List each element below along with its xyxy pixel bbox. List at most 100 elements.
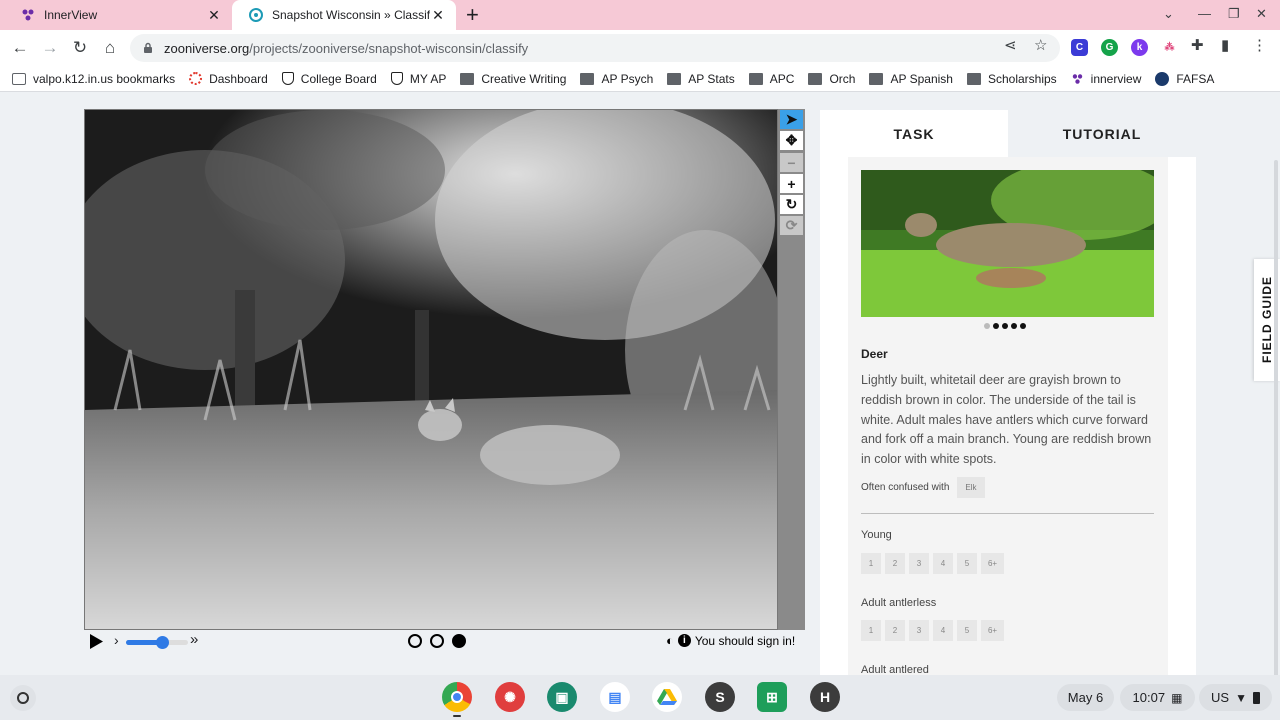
extension-color-icon[interactable]: ⁂	[1161, 39, 1178, 56]
slow-icon[interactable]: ›	[114, 632, 119, 648]
fast-icon[interactable]: »	[190, 631, 198, 648]
count-button[interactable]: 1	[861, 620, 881, 641]
confused-chip-elk[interactable]: Elk	[957, 477, 985, 498]
frame-3-button[interactable]	[452, 634, 466, 648]
sign-in-text[interactable]: You should sign in!	[695, 634, 795, 648]
pan-tool-icon[interactable]: ✥	[780, 131, 803, 150]
menu-icon[interactable]: ⋮	[1252, 36, 1267, 54]
classroom-app-icon[interactable]: ▣	[547, 682, 577, 712]
folder-icon	[808, 72, 823, 85]
clock-pill[interactable]: 10:07 ▦	[1120, 684, 1195, 711]
reload-icon[interactable]: ↻	[70, 38, 90, 58]
count-button[interactable]: 2	[885, 553, 905, 574]
divider	[861, 513, 1154, 514]
extension-c-icon[interactable]: C	[1071, 39, 1088, 56]
page-scrollbar[interactable]	[1274, 160, 1278, 680]
bookmark-college-board[interactable]: College Board	[281, 72, 377, 86]
side-panel-icon[interactable]: ▮	[1221, 36, 1229, 54]
folder-icon	[667, 72, 682, 85]
bookmark-valpo[interactable]: valpo.k12.in.us bookmarks	[12, 72, 175, 86]
address-bar[interactable]: zooniverse.org/projects/zooniverse/snaps…	[130, 34, 1060, 62]
count-button[interactable]: 5	[957, 553, 977, 574]
count-button[interactable]: 1	[861, 553, 881, 574]
canvas-app-icon[interactable]: ✺	[495, 682, 525, 712]
docs-app-icon[interactable]: ▤	[600, 682, 630, 712]
minimize-icon[interactable]: —	[1198, 6, 1211, 21]
bookmark-my-ap[interactable]: MY AP	[390, 71, 447, 86]
bookmark-star-icon[interactable]: ☆	[1034, 36, 1047, 54]
forward-icon[interactable]: →	[40, 38, 60, 58]
close-tab-icon[interactable]: ✕	[206, 7, 222, 24]
speed-slider[interactable]	[126, 636, 188, 649]
count-button[interactable]: 3	[909, 553, 929, 574]
date-pill[interactable]: May 6	[1057, 684, 1114, 711]
reset-icon[interactable]: ⟳	[780, 216, 803, 235]
fafsa-icon	[1155, 71, 1170, 86]
speed-slider-handle[interactable]	[156, 636, 169, 649]
bookmark-ap-psych[interactable]: AP Psych	[580, 72, 653, 86]
grammarly-icon[interactable]: G	[1101, 39, 1118, 56]
folder-icon	[460, 72, 475, 85]
carousel-dot[interactable]	[993, 323, 999, 329]
bookmark-ap-stats[interactable]: AP Stats	[667, 72, 735, 86]
zoom-out-icon[interactable]: −	[780, 153, 803, 172]
rotate-icon[interactable]: ↻	[780, 195, 803, 214]
count-button[interactable]: 2	[885, 620, 905, 641]
close-tab-icon[interactable]: ✕	[430, 7, 446, 24]
play-icon[interactable]	[88, 633, 104, 650]
drive-app-icon[interactable]	[652, 682, 682, 712]
new-tab-button[interactable]: +	[466, 3, 479, 27]
home-icon[interactable]: ⌂	[100, 38, 120, 58]
info-icon[interactable]: i	[677, 634, 691, 647]
bookmark-creative-writing[interactable]: Creative Writing	[460, 72, 566, 86]
bookmark-orch[interactable]: Orch	[808, 72, 855, 86]
share-icon[interactable]: ⋖	[1004, 36, 1017, 54]
tab-search-icon[interactable]: ⌄	[1163, 6, 1174, 22]
species-description: Lightly built, whitetail deer are grayis…	[861, 373, 1152, 467]
extensions-puzzle-icon[interactable]: ✚	[1191, 36, 1204, 54]
bookmark-fafsa[interactable]: FAFSA	[1155, 71, 1214, 86]
pointer-tool-icon[interactable]: ➤	[780, 110, 803, 129]
carousel-dot[interactable]	[1002, 323, 1008, 329]
status-tray[interactable]: US ▼	[1199, 684, 1272, 711]
count-button[interactable]: 4	[933, 553, 953, 574]
bookmark-label: MY AP	[409, 71, 447, 86]
bookmark-apc[interactable]: APC	[748, 72, 794, 86]
tab-task[interactable]: TASK	[820, 110, 1008, 157]
bookmark-innerview[interactable]: innerview	[1071, 72, 1141, 86]
tab-title: InnerView	[44, 8, 98, 22]
count-button[interactable]: 5	[957, 620, 977, 641]
carousel-dot[interactable]	[1011, 323, 1017, 329]
back-icon[interactable]: ←	[10, 38, 30, 58]
tab-snapshot-wisconsin[interactable]: Snapshot Wisconsin » Classify ✕	[232, 0, 456, 30]
carousel-dot[interactable]	[1020, 323, 1026, 329]
chrome-app-icon[interactable]	[442, 682, 472, 712]
restore-icon[interactable]: ❐	[1228, 6, 1240, 22]
bookmark-scholarships[interactable]: Scholarships	[966, 72, 1057, 86]
bookmark-dashboard[interactable]: Dashboard	[189, 72, 268, 86]
confused-with: Often confused with Elk	[861, 477, 985, 498]
time-text: 10:07	[1132, 690, 1166, 705]
species-name: Deer	[861, 347, 888, 361]
frame-1-button[interactable]	[408, 634, 422, 648]
zoom-in-icon[interactable]: +	[780, 174, 803, 193]
launcher-button[interactable]	[10, 685, 36, 711]
tab-innerview[interactable]: InnerView ✕	[4, 0, 232, 30]
count-button[interactable]: 4	[933, 620, 953, 641]
carousel-dot[interactable]	[984, 323, 990, 329]
contrast-icon[interactable]: ◐	[666, 633, 674, 648]
os-shelf: ✺ ▣ ▤ S ⊞ H May 6 10:07 ▦ US ▼	[0, 675, 1280, 720]
count-button[interactable]: 6+	[981, 553, 1004, 574]
tab-tutorial[interactable]: TUTORIAL	[1008, 110, 1196, 157]
camera-trap-image[interactable]	[84, 109, 778, 630]
frame-2-button[interactable]	[430, 634, 444, 648]
h-app-icon[interactable]: H	[810, 682, 840, 712]
count-button[interactable]: 3	[909, 620, 929, 641]
sheets-app-icon[interactable]: ⊞	[757, 682, 787, 712]
s-app-icon[interactable]: S	[705, 682, 735, 712]
close-window-icon[interactable]: ✕	[1256, 6, 1267, 22]
kami-icon[interactable]: k	[1131, 39, 1148, 56]
count-button[interactable]: 6+	[981, 620, 1004, 641]
bookmark-ap-spanish[interactable]: AP Spanish	[869, 72, 953, 86]
folder-icon	[748, 72, 763, 85]
